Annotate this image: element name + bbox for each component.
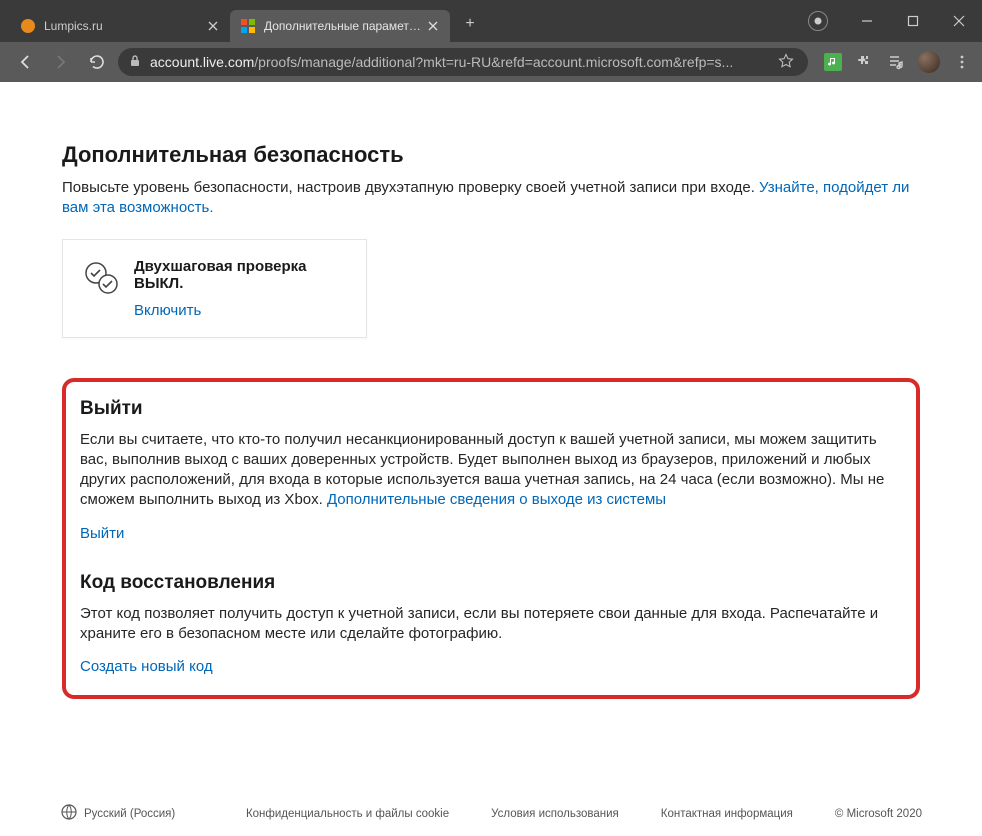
two-step-status: ВЫКЛ. — [134, 275, 307, 292]
footer-copyright: © Microsoft 2020 — [835, 808, 922, 820]
tab-microsoft-security[interactable]: Дополнительные параметры бе — [230, 10, 450, 42]
page-content: Дополнительная безопасность Повысьте уро… — [0, 82, 982, 836]
page-footer: Русский (Россия) Конфиденциальность и фа… — [0, 803, 982, 824]
sign-out-section: Выйти Если вы считаете, что кто-то получ… — [80, 398, 902, 542]
maximize-button[interactable] — [890, 6, 936, 36]
profile-avatar[interactable] — [918, 51, 940, 73]
reload-button[interactable] — [82, 47, 112, 77]
two-step-card: Двухшаговая проверка ВЫКЛ. Включить — [62, 239, 367, 338]
footer-privacy-link[interactable]: Конфиденциальность и файлы cookie — [246, 808, 449, 820]
window-controls — [798, 6, 982, 36]
create-code-link[interactable]: Создать новый код — [80, 658, 213, 675]
tab-close-icon[interactable] — [426, 19, 440, 33]
sign-out-link[interactable]: Выйти — [80, 525, 124, 542]
tab-title: Дополнительные параметры бе — [264, 19, 426, 33]
favicon-lumpics — [20, 18, 36, 34]
two-step-title: Двухшаговая проверка — [134, 258, 307, 275]
recovery-code-section: Код восстановления Этот код позволяет по… — [80, 572, 902, 676]
sign-out-desc: Если вы считаете, что кто-то получил нес… — [80, 430, 902, 511]
two-step-icon — [83, 261, 119, 298]
footer-terms-link[interactable]: Условия использования — [491, 808, 619, 820]
menu-icon[interactable] — [952, 52, 972, 72]
tab-close-icon[interactable] — [206, 19, 220, 33]
sign-out-learn-more-link[interactable]: Дополнительные сведения о выходе из сист… — [327, 491, 666, 508]
tab-title: Lumpics.ru — [44, 19, 206, 33]
url-text: account.live.com/proofs/manage/additiona… — [150, 54, 733, 70]
recovery-code-heading: Код восстановления — [80, 572, 902, 594]
sign-out-heading: Выйти — [80, 398, 902, 420]
tab-lumpics[interactable]: Lumpics.ru — [10, 10, 230, 42]
back-button[interactable] — [10, 47, 40, 77]
lock-icon — [128, 54, 142, 71]
additional-security-desc: Повысьте уровень безопасности, настроив … — [62, 178, 920, 219]
forward-button[interactable] — [46, 47, 76, 77]
favicon-microsoft-icon — [240, 18, 256, 34]
highlight-box: Выйти Если вы считаете, что кто-то получ… — [62, 378, 920, 700]
globe-icon — [60, 803, 78, 824]
enable-two-step-link[interactable]: Включить — [134, 302, 201, 319]
recovery-code-desc: Этот код позволяет получить доступ к уче… — [80, 604, 902, 645]
minimize-button[interactable] — [844, 6, 890, 36]
browser-titlebar: Lumpics.ru Дополнительные параметры бе + — [0, 0, 982, 42]
browser-toolbar: account.live.com/proofs/manage/additiona… — [0, 42, 982, 82]
extension-icons — [824, 51, 972, 73]
language-selector[interactable]: Русский (Россия) — [60, 803, 175, 824]
music-extension-icon[interactable] — [824, 53, 842, 71]
new-tab-button[interactable]: + — [455, 9, 485, 39]
media-indicator-icon[interactable] — [798, 6, 844, 36]
close-button[interactable] — [936, 6, 982, 36]
playlist-extension-icon[interactable] — [886, 52, 906, 72]
bookmark-star-icon[interactable] — [778, 53, 794, 72]
address-bar[interactable]: account.live.com/proofs/manage/additiona… — [118, 48, 808, 76]
language-label: Русский (Россия) — [84, 808, 175, 820]
additional-security-heading: Дополнительная безопасность — [62, 142, 920, 168]
puzzle-extension-icon[interactable] — [854, 52, 874, 72]
footer-contact-link[interactable]: Контактная информация — [661, 808, 793, 820]
